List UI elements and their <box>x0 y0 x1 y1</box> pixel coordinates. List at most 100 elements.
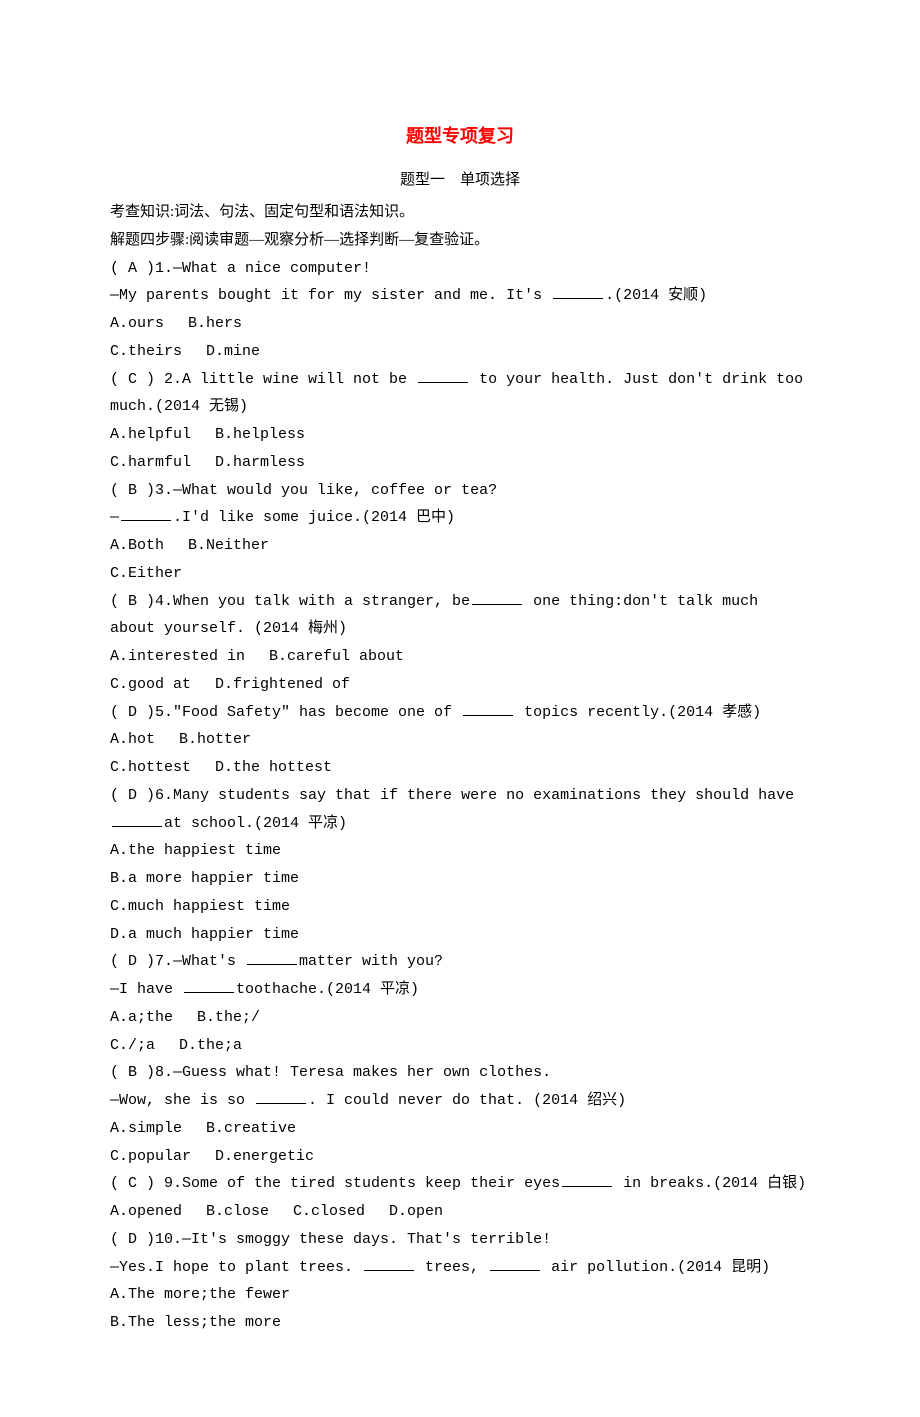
q4-options-row1: A.interested inB.careful about <box>110 643 810 671</box>
q1-text2-pre: —My parents bought it for my sister and … <box>110 287 551 304</box>
q10-number: ( D )10. <box>110 1231 182 1248</box>
blank <box>184 977 234 993</box>
q8-pre: —Wow, she is so <box>110 1092 254 1109</box>
q6-post: at school.(2014 平凉) <box>164 815 347 832</box>
q10-mid: trees, <box>416 1259 488 1276</box>
q1-stem-line1: ( A )1.—What a nice computer! <box>110 255 810 283</box>
q2-number: ( C ) 2. <box>110 371 182 388</box>
q8-opt-b: B.creative <box>206 1120 296 1137</box>
intro-knowledge: 考查知识:词法、句法、固定句型和语法知识。 <box>110 199 810 227</box>
q1-text1: —What a nice computer! <box>173 260 371 277</box>
q8-options-row2: C.popular D.energetic <box>110 1143 810 1171</box>
q6-opt-c: C.much happiest time <box>110 893 810 921</box>
q4-number: ( B )4. <box>110 593 173 610</box>
q9-stem: ( C ) 9.Some of the tired students keep … <box>110 1170 810 1198</box>
q2-options-row1: A.helpfulB.helpless <box>110 421 810 449</box>
q10-opt-a: A.The more;the fewer <box>110 1281 810 1309</box>
q7-pre1: —What's <box>173 953 245 970</box>
q5-opt-d: D.the hottest <box>215 759 332 776</box>
q9-opt-d: D.open <box>389 1203 443 1220</box>
q2-opt-a: A.helpful <box>110 426 191 443</box>
q4-options-row2: C.good at D.frightened of <box>110 671 810 699</box>
q9-opt-c: C.closed <box>293 1203 365 1220</box>
q5-number: ( D )5. <box>110 704 173 721</box>
subtitle: 题型一 单项选择 <box>110 167 810 195</box>
q4-opt-c: C.good at <box>110 676 191 693</box>
q5-opt-a: A.hot <box>110 731 155 748</box>
q3-pre: — <box>110 509 119 526</box>
q2-opt-c: C.harmful <box>110 454 191 471</box>
q8-post: . I could never do that. (2014 绍兴) <box>308 1092 626 1109</box>
q6-opt-b: B.a more happier time <box>110 865 810 893</box>
q5-options-row2: C.hottest D.the hottest <box>110 754 810 782</box>
q9-opt-a: A.opened <box>110 1203 182 1220</box>
q10-opt-b: B.The less;the more <box>110 1309 810 1337</box>
q7-post1: matter with you? <box>299 953 443 970</box>
q7-options-row2: C./;aD.the;a <box>110 1032 810 1060</box>
q7-opt-a: A.a;the <box>110 1009 173 1026</box>
q10-stem-line2: —Yes.I hope to plant trees. trees, air p… <box>110 1254 810 1282</box>
q4-opt-b: B.careful about <box>269 648 404 665</box>
blank <box>256 1088 306 1104</box>
q1-opt-b: B.hers <box>188 315 242 332</box>
q8-opt-d: D.energetic <box>215 1148 314 1165</box>
q3-options-row2: C.Either <box>110 560 810 588</box>
q3-post: .I'd like some juice.(2014 巴中) <box>173 509 455 526</box>
q6-pre: Many students say that if there were no … <box>173 787 794 804</box>
q2-options-row2: C.harmful D.harmless <box>110 449 810 477</box>
q5-stem: ( D )5."Food Safety" has become one of t… <box>110 699 810 727</box>
q4-opt-d: D.frightened of <box>215 676 350 693</box>
q9-pre: Some of the tired students keep their ey… <box>182 1175 560 1192</box>
q9-post: in breaks.(2014 白银) <box>614 1175 806 1192</box>
q8-stem-line2: —Wow, she is so . I could never do that.… <box>110 1087 810 1115</box>
q2-pre: A little wine will not be <box>182 371 416 388</box>
q3-opt-c: C.Either <box>110 565 182 582</box>
q7-opt-b: B.the;/ <box>197 1009 260 1026</box>
q10-post: air pollution.(2014 昆明) <box>542 1259 770 1276</box>
q1-options-row2: C.theirsD.mine <box>110 338 810 366</box>
q3-opt-a: A.Both <box>110 537 164 554</box>
q6-opt-a: A.the happiest time <box>110 837 810 865</box>
q4-stem: ( B )4.When you talk with a stranger, be… <box>110 588 810 644</box>
q7-stem-line2: —I have toothache.(2014 平凉) <box>110 976 810 1004</box>
q6-stem: ( D )6.Many students say that if there w… <box>110 782 810 838</box>
main-title: 题型专项复习 <box>110 120 810 153</box>
q3-options-row1: A.Both B.Neither <box>110 532 810 560</box>
q3-stem-line2: — .I'd like some juice.(2014 巴中) <box>110 504 810 532</box>
blank <box>418 367 468 383</box>
q3-number: ( B )3. <box>110 482 173 499</box>
q3-text1: —What would you like, coffee or tea? <box>173 482 497 499</box>
q9-options: A.opened B.close C.closed D.open <box>110 1198 810 1226</box>
q8-opt-a: A.simple <box>110 1120 182 1137</box>
q7-opt-d: D.the;a <box>179 1037 242 1054</box>
blank <box>247 949 297 965</box>
q1-text2-post: .(2014 安顺) <box>605 287 707 304</box>
q8-opt-c: C.popular <box>110 1148 191 1165</box>
q7-options-row1: A.a;the B.the;/ <box>110 1004 810 1032</box>
blank <box>562 1171 612 1187</box>
q3-opt-b: B.Neither <box>188 537 269 554</box>
q4-pre: When you talk with a stranger, be <box>173 593 470 610</box>
q6-opt-d: D.a much happier time <box>110 921 810 949</box>
q2-opt-d: D.harmless <box>215 454 305 471</box>
q10-pre: —Yes.I hope to plant trees. <box>110 1259 362 1276</box>
q7-pre2: —I have <box>110 981 182 998</box>
q8-number: ( B )8. <box>110 1064 173 1081</box>
q5-opt-b: B.hotter <box>179 731 251 748</box>
blank <box>121 505 171 521</box>
q1-number: ( A )1. <box>110 260 173 277</box>
q5-opt-c: C.hottest <box>110 759 191 776</box>
q10-stem-line1: ( D )10.—It's smoggy these days. That's … <box>110 1226 810 1254</box>
q1-opt-c: C.theirs <box>110 343 182 360</box>
blank <box>553 283 603 299</box>
q3-stem-line1: ( B )3.—What would you like, coffee or t… <box>110 477 810 505</box>
q9-opt-b: B.close <box>206 1203 269 1220</box>
q7-stem-line1: ( D )7.—What's matter with you? <box>110 948 810 976</box>
q1-stem-line2: —My parents bought it for my sister and … <box>110 282 810 310</box>
q5-options-row1: A.hot B.hotter <box>110 726 810 754</box>
q7-post2: toothache.(2014 平凉) <box>236 981 419 998</box>
q2-stem: ( C ) 2.A little wine will not be to you… <box>110 366 810 422</box>
blank <box>364 1255 414 1271</box>
q9-number: ( C ) 9. <box>110 1175 182 1192</box>
q5-pre: "Food Safety" has become one of <box>173 704 461 721</box>
